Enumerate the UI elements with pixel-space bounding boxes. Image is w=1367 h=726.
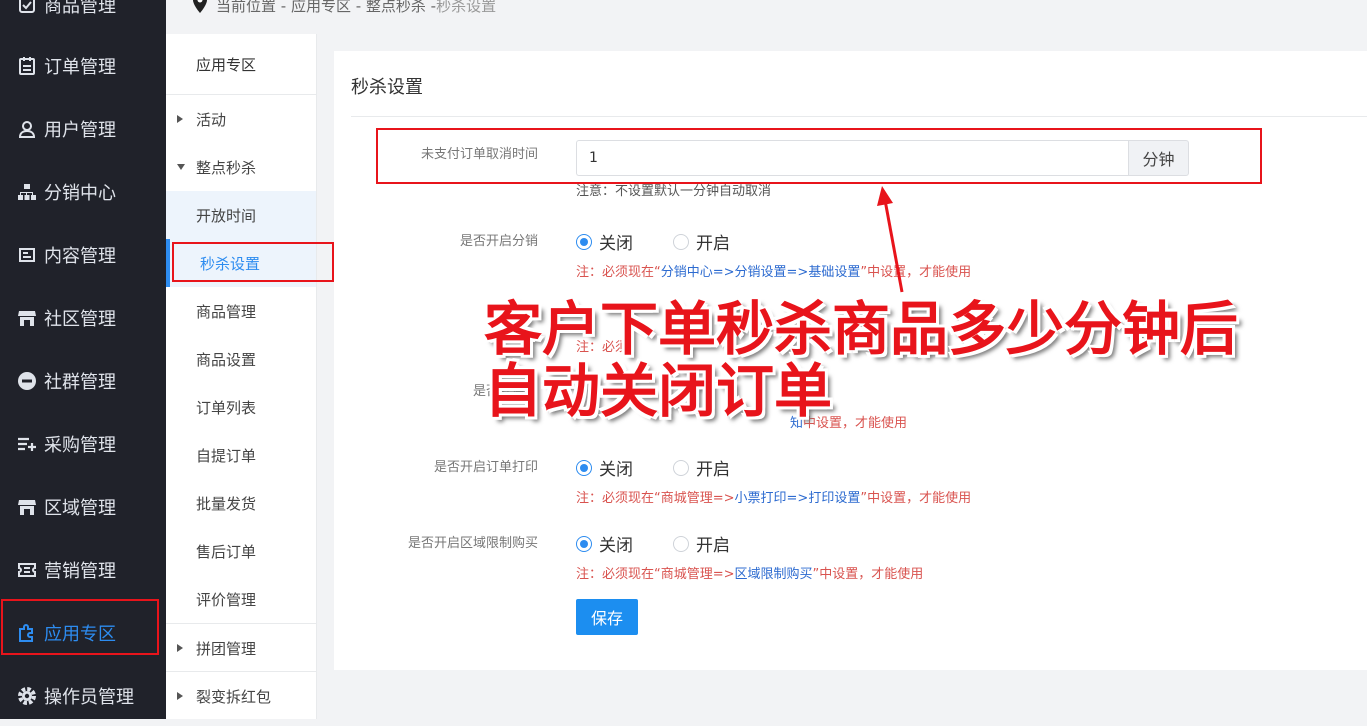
annotation-line-2: 自动关闭订单 — [484, 357, 833, 425]
annotation-text: 客户下单秒杀商品多少分钟后 自动关闭订单 — [484, 298, 1238, 422]
annotation-line-1: 客户下单秒杀商品多少分钟后 — [484, 295, 1239, 363]
